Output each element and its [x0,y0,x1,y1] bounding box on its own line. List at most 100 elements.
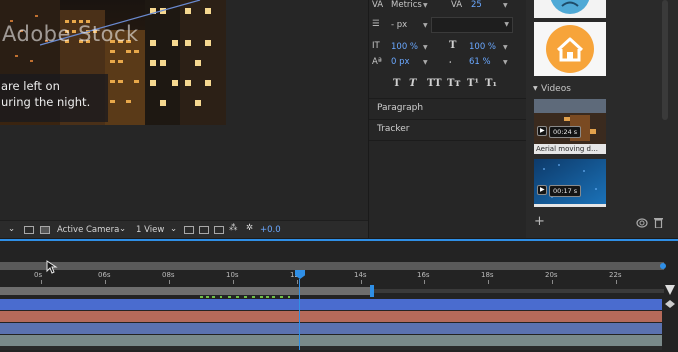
work-area-bar[interactable] [0,287,372,295]
tracking-value[interactable]: 25 [471,0,482,10]
faux-bold-button[interactable]: T [393,78,400,89]
monitor-icon[interactable] [24,226,34,234]
kerning-icon: VA [372,0,384,10]
time-tick-label: 08s [162,271,175,279]
caption-line-1: are left on [1,79,60,93]
video-card-2[interactable]: ▶ 00:17 s [534,159,606,207]
snapshot-icon[interactable] [40,226,50,234]
time-tick-label: 10s [226,271,239,279]
chevron-down-icon: ▼ [503,59,508,66]
chevron-down-icon: ▼ [503,2,508,9]
video1-title: Aerial moving d… [536,145,598,153]
kerning-select[interactable]: Metrics [391,0,422,10]
tsume-value[interactable]: 61 % [469,57,491,67]
video2-duration: 00:17 s [549,185,582,197]
caption-box: are left on uring the night. [0,74,108,122]
face-icon [550,0,590,14]
chevron-down-icon: ⌄ [170,224,178,234]
mouse-cursor-icon [46,260,58,274]
cc-icon[interactable] [636,218,648,228]
panel-focus-line [0,239,678,241]
chevron-down-icon: ▼ [504,21,509,28]
time-navigator-bar[interactable] [0,262,664,270]
caret-down-icon[interactable]: ▼ [533,85,538,92]
trash-icon[interactable] [654,217,663,228]
pixel-aspect-icon[interactable] [214,226,224,234]
time-tick [616,280,617,284]
chevron-down-icon[interactable]: ⌄ [8,224,15,234]
track-bottom [0,346,662,350]
faux-italic-button[interactable]: T [409,78,416,89]
font-style-select[interactable]: ▼ [431,17,513,33]
plus-icon[interactable]: + [534,214,545,229]
time-tick-label: 20s [545,271,558,279]
exposure-value[interactable]: +0.0 [260,225,281,235]
play-icon[interactable]: ▶ [537,185,547,195]
time-tick-label: 14s [354,271,367,279]
vertical-scale-value[interactable]: 100 % [391,42,418,52]
superscript-button[interactable]: T¹ [467,78,479,89]
tracker-label: Tracker [377,124,410,134]
all-caps-button[interactable]: TT [427,78,442,89]
viewer-toolbar: ⌄ Active Camera ⌄ 1 View ⌄ ⁂ ✲ +0.0 [0,220,368,239]
track-layer-3[interactable] [0,323,662,334]
caption-line-2: uring the night. [1,95,91,109]
time-tick-label: 16s [417,271,430,279]
sad-face-graphic[interactable] [534,0,606,18]
vertical-scale-icon: IT [372,41,380,51]
composition-viewer: Adobe Stock are left on uring the night.… [0,0,368,239]
track-layer-4[interactable] [0,335,662,346]
tracking-icon: VA [451,0,463,10]
chevron-down-icon: ▼ [423,22,428,29]
paragraph-section[interactable]: Paragraph [369,98,526,119]
time-tick-label: 0s [34,271,43,279]
exposure-icon[interactable]: ✲ [246,223,253,233]
playhead-line[interactable] [299,279,300,350]
chevron-down-icon: ▼ [503,44,508,51]
fast-preview-icon[interactable] [184,226,194,234]
small-caps-button[interactable]: Tт [447,78,461,89]
work-area-remaining [374,289,664,293]
videos-label: Videos [541,84,571,94]
video2-thumbnail [534,159,606,204]
composition-frame[interactable]: Adobe Stock are left on uring the night. [0,0,226,125]
chevron-down-icon: ▼ [423,59,428,66]
horizontal-scale-value[interactable]: 100 % [469,42,496,52]
leading-value[interactable]: - px [391,20,407,30]
home-icon [546,25,594,73]
video1-duration: 00:24 s [549,126,582,138]
home-graphic[interactable] [534,22,606,76]
play-icon[interactable]: ▶ [537,126,547,136]
time-tick-label: 18s [481,271,494,279]
libraries-panel: ▼ Videos ▶ 00:24 s Aerial moving d… ▶ 00… [526,0,678,238]
time-tick [41,280,42,284]
time-tick [169,280,170,284]
paragraph-label: Paragraph [377,103,424,113]
tsume-icon: ꞏ [449,58,452,68]
flowchart-icon[interactable]: ⁂ [229,223,238,233]
navigator-end-handle[interactable] [660,263,666,269]
time-tick [297,280,298,284]
library-scrollbar[interactable] [662,0,668,120]
active-camera-select[interactable]: Active Camera [57,225,119,235]
tracker-section[interactable]: Tracker [369,119,526,141]
chevron-down-icon: ▼ [423,2,428,9]
chevron-down-icon: ⌄ [119,224,127,234]
track-layer-2[interactable] [0,311,662,322]
baseline-value[interactable]: 0 px [391,57,410,67]
chevron-down-icon: ▼ [423,44,428,51]
track-layer-1[interactable] [0,299,662,310]
time-tick-label: 06s [98,271,111,279]
time-tick [552,280,553,284]
subscript-button[interactable]: T₁ [485,78,497,89]
hamburger-icon[interactable]: ☰ [372,19,380,29]
character-panel: VA Metrics ▼ VA 25 ▼ ☰ - px ▼ ▼ IT 100 %… [368,0,527,238]
time-tick [488,280,489,284]
time-tick [105,280,106,284]
time-tick-label: 22s [609,271,622,279]
stock-watermark: Adobe Stock [2,22,139,46]
baseline-icon: Aª [372,57,382,67]
grid-icon[interactable] [199,226,209,234]
video-card-1[interactable]: ▶ 00:24 s Aerial moving d… [534,99,606,154]
view-layout-select[interactable]: 1 View [136,225,164,235]
